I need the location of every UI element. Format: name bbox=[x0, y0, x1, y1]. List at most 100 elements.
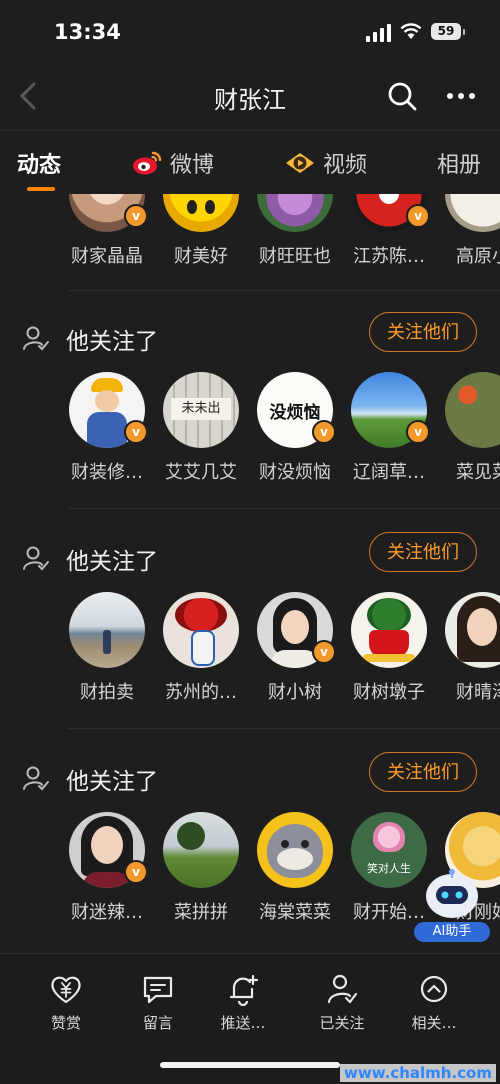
verified-badge-icon: v bbox=[124, 204, 148, 228]
section-title: 他关注了 bbox=[66, 769, 158, 795]
user-name: 江苏陈… bbox=[353, 246, 425, 267]
tab-weibo[interactable]: 微博 bbox=[132, 147, 214, 179]
status-bar: 13:34 59 bbox=[0, 0, 500, 60]
page-title: 财张江 bbox=[214, 86, 286, 114]
user-card[interactable]: 菜拼拼 bbox=[154, 812, 248, 924]
follow-all-button[interactable]: 关注他们 bbox=[369, 312, 477, 352]
weibo-logo-icon bbox=[133, 151, 162, 175]
more-options-icon[interactable] bbox=[444, 82, 478, 110]
avatar[interactable] bbox=[163, 592, 239, 668]
comment-button[interactable]: 留言 bbox=[118, 972, 198, 1033]
section-header: 他关注了 关注他们 bbox=[0, 752, 500, 802]
following-row: v 财装修… 未未出 艾艾几艾 没烦恼 v 财没烦恼 v 辽阔草… 菜见 bbox=[0, 372, 500, 484]
user-card[interactable]: v 江苏陈… bbox=[342, 194, 436, 268]
user-name: 财装修… bbox=[71, 462, 143, 483]
divider bbox=[68, 508, 500, 509]
verified-badge-icon: v bbox=[406, 420, 430, 444]
following-status-button[interactable]: 已关注 bbox=[302, 972, 382, 1033]
verified-badge-icon: v bbox=[312, 640, 336, 664]
user-name: 菜拼拼 bbox=[174, 902, 228, 923]
ai-assistant-button[interactable]: AI助手 bbox=[412, 860, 492, 944]
avatar[interactable] bbox=[163, 812, 239, 888]
related-label: 相关… bbox=[411, 1014, 457, 1032]
user-card[interactable]: 财美好 bbox=[154, 194, 248, 268]
follow-all-button[interactable]: 关注他们 bbox=[369, 532, 477, 572]
user-card[interactable]: 财晴泽 bbox=[436, 592, 500, 704]
avatar[interactable] bbox=[257, 194, 333, 232]
avatar[interactable] bbox=[445, 372, 500, 448]
user-card[interactable]: 财树墩子 bbox=[342, 592, 436, 704]
user-name: 海棠菜菜 bbox=[259, 902, 331, 923]
user-card[interactable]: v 财迷辣… bbox=[60, 812, 154, 924]
reward-button[interactable]: 赞赏 bbox=[26, 972, 106, 1033]
following-row: 财拍卖 苏州的… v 财小树 财树墩子 财晴 bbox=[0, 592, 500, 704]
reward-label: 赞赏 bbox=[50, 1014, 81, 1032]
robot-icon bbox=[426, 869, 478, 918]
divider bbox=[68, 728, 500, 729]
user-name: 财美好 bbox=[174, 246, 228, 267]
user-check-icon bbox=[23, 326, 49, 351]
following-feed: v 财家晶晶 财美好 财旺旺也 v 江苏陈… 高原 他关注了 关注他们 v 财装… bbox=[0, 194, 500, 952]
section-header: 他关注了 关注他们 bbox=[0, 312, 500, 362]
avatar[interactable] bbox=[351, 592, 427, 668]
user-card[interactable]: 财拍卖 bbox=[60, 592, 154, 704]
user-name: 艾艾几艾 bbox=[165, 462, 237, 483]
push-notification-label: 推送… bbox=[220, 1014, 266, 1032]
user-check-icon bbox=[23, 766, 49, 791]
tab-album[interactable]: 相册 bbox=[437, 147, 481, 179]
user-name: 菜见菜 bbox=[456, 462, 500, 483]
avatar[interactable] bbox=[163, 194, 239, 232]
following-status-label: 已关注 bbox=[319, 1014, 365, 1032]
following-row-partial: v 财家晶晶 财美好 财旺旺也 v 江苏陈… 高原 bbox=[0, 194, 500, 268]
avatar[interactable] bbox=[69, 592, 145, 668]
user-name: 财晴泽 bbox=[456, 682, 500, 703]
comment-icon bbox=[143, 976, 173, 1004]
tab-video[interactable]: 视频 bbox=[285, 147, 367, 179]
tab-label: 相册 bbox=[437, 153, 482, 178]
user-name: 财小树 bbox=[268, 682, 322, 703]
related-button[interactable]: 相关… bbox=[394, 972, 474, 1033]
user-name: 苏州的… bbox=[165, 682, 237, 703]
cellular-signal-icon bbox=[366, 24, 392, 42]
user-card[interactable]: 没烦恼 v 财没烦恼 bbox=[248, 372, 342, 484]
user-card[interactable]: v 辽阔草… bbox=[342, 372, 436, 484]
verified-badge-icon: v bbox=[124, 420, 148, 444]
avatar[interactable] bbox=[257, 812, 333, 888]
user-name: 财没烦恼 bbox=[259, 462, 331, 483]
verified-badge-icon: v bbox=[124, 860, 148, 884]
follow-all-button[interactable]: 关注他们 bbox=[369, 752, 477, 792]
user-card[interactable]: 苏州的… bbox=[154, 592, 248, 704]
user-card[interactable]: 财旺旺也 bbox=[248, 194, 342, 268]
wifi-icon bbox=[400, 23, 422, 39]
bell-plus-icon bbox=[229, 974, 259, 1006]
user-name: 辽阔草… bbox=[353, 462, 425, 483]
tab-label: 视频 bbox=[323, 153, 368, 178]
tab-feed[interactable]: 动态 bbox=[17, 147, 61, 179]
user-card[interactable]: 未未出 艾艾几艾 bbox=[154, 372, 248, 484]
verified-badge-icon: v bbox=[312, 420, 336, 444]
user-card[interactable]: 海棠菜菜 bbox=[248, 812, 342, 924]
avatar-text: 没烦恼 bbox=[269, 403, 321, 423]
divider bbox=[68, 290, 500, 291]
user-card[interactable]: 菜见菜 bbox=[436, 372, 500, 484]
user-name: 财旺旺也 bbox=[259, 246, 331, 267]
avatar[interactable] bbox=[445, 194, 500, 232]
search-icon[interactable] bbox=[386, 80, 418, 112]
heart-yen-icon bbox=[51, 976, 81, 1004]
user-card[interactable]: v 财装修… bbox=[60, 372, 154, 484]
user-name: 财拍卖 bbox=[80, 682, 134, 703]
user-name: 财树墩子 bbox=[353, 682, 425, 703]
user-card[interactable]: v 财小树 bbox=[248, 592, 342, 704]
watermark: www.chalmh.com bbox=[340, 1064, 496, 1082]
user-check-icon bbox=[327, 974, 358, 1004]
tab-label: 微博 bbox=[170, 153, 215, 178]
video-icon bbox=[286, 153, 314, 173]
user-card[interactable]: 高原小 bbox=[436, 194, 500, 268]
user-card[interactable]: v 财家晶晶 bbox=[60, 194, 154, 268]
avatar[interactable]: 未未出 bbox=[163, 372, 239, 448]
comment-label: 留言 bbox=[142, 1014, 173, 1032]
user-name: 高原小 bbox=[456, 246, 500, 267]
avatar[interactable] bbox=[445, 592, 500, 668]
push-notification-button[interactable]: 推送… bbox=[203, 972, 283, 1033]
battery-icon: 59 bbox=[431, 23, 465, 40]
